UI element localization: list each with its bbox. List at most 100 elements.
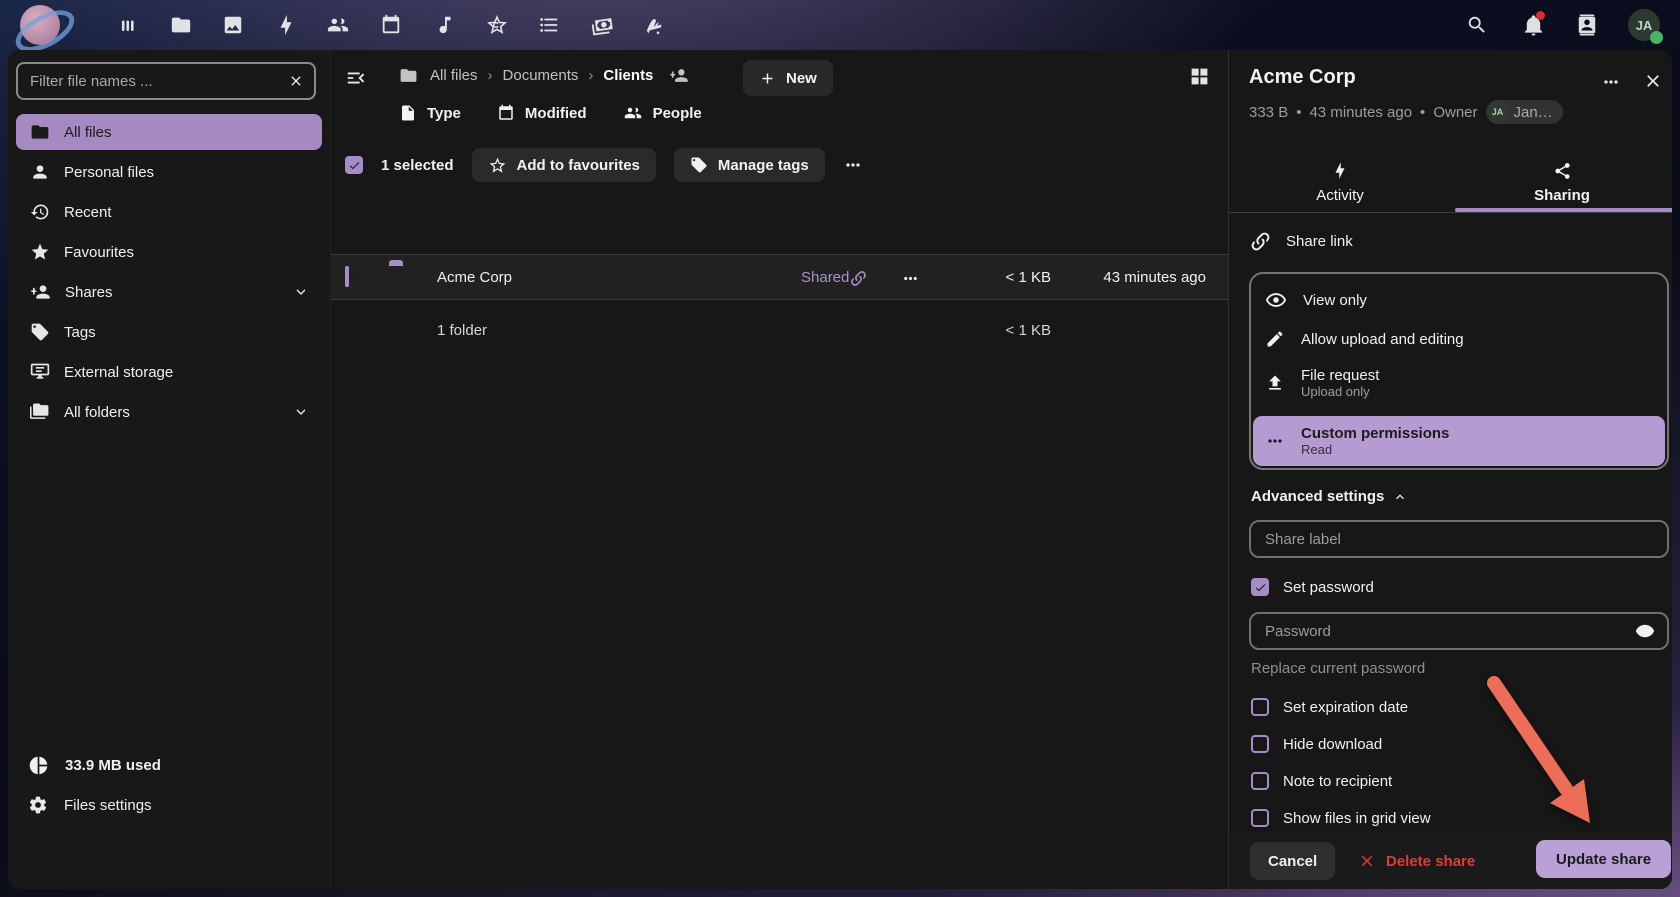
new-button[interactable]: New	[743, 60, 833, 96]
tab-activity[interactable]: Activity	[1229, 150, 1451, 212]
sidebar-item-all-files[interactable]: All files	[16, 114, 322, 150]
file-modified: 43 minutes ago	[1309, 104, 1412, 121]
table-row[interactable]: Acme Corp Shared < 1 KB 43 minutes ago	[331, 254, 1229, 300]
shared-status[interactable]: Shared	[801, 269, 849, 286]
collapse-sidebar-icon[interactable]	[345, 67, 367, 89]
share-breadcrumb-icon[interactable]	[669, 66, 689, 85]
update-share-button[interactable]: Update share	[1536, 840, 1671, 878]
filter-people[interactable]: People	[623, 104, 702, 122]
note-to-recipient-checkbox[interactable]	[1251, 772, 1269, 790]
option-custom-permissions[interactable]: Custom permissions Read	[1253, 416, 1665, 466]
checkbox-label: Note to recipient	[1283, 773, 1392, 790]
option-allow-upload-editing[interactable]: Allow upload and editing	[1251, 320, 1667, 358]
folder-multiple-icon	[30, 402, 50, 422]
sidebar-item-personal-files[interactable]: Personal files	[16, 154, 322, 190]
breadcrumb-all-files[interactable]: All files	[430, 67, 478, 84]
set-password-checkbox[interactable]	[1251, 578, 1269, 596]
chevron-down-icon[interactable]	[292, 403, 310, 421]
close-icon[interactable]	[1643, 71, 1663, 91]
grid-view-checkbox[interactable]	[1251, 809, 1269, 827]
set-expiration-row[interactable]: Set expiration date	[1251, 698, 1408, 716]
sidebar-item-all-folders[interactable]: All folders	[16, 394, 322, 430]
hide-download-checkbox[interactable]	[1251, 735, 1269, 753]
sidebar-item-recent[interactable]: Recent	[16, 194, 322, 230]
owner-label: Owner	[1433, 104, 1477, 121]
owner-chip[interactable]: JA Jan…	[1486, 100, 1563, 124]
selection-toolbar: 1 selected Add to favourites Manage tags	[345, 147, 863, 183]
quota-pie-icon	[28, 755, 49, 776]
contacts-icon[interactable]	[326, 14, 350, 36]
more-actions-icon[interactable]	[843, 155, 863, 175]
quota-indicator[interactable]: 33.9 MB used	[16, 748, 322, 782]
dashboard-icon[interactable]	[118, 16, 138, 36]
account-icon	[30, 162, 50, 182]
password-hint: Replace current password	[1251, 660, 1425, 677]
files-icon[interactable]	[170, 14, 192, 36]
file-name[interactable]: Acme Corp	[437, 269, 512, 286]
tag-icon	[30, 322, 50, 342]
notifications-bell-icon[interactable]	[1522, 13, 1545, 37]
panel-meta: 333 B • 43 minutes ago • Owner JA Jan…	[1249, 100, 1563, 124]
filter-modified[interactable]: Modified	[497, 104, 587, 122]
advanced-settings-toggle[interactable]: Advanced settings	[1251, 488, 1408, 505]
tab-sharing[interactable]: Sharing	[1451, 150, 1672, 212]
add-to-favourites-label: Add to favourites	[517, 157, 640, 174]
tasks-icon[interactable]	[538, 14, 560, 36]
option-file-request[interactable]: File request Upload only	[1251, 358, 1667, 408]
calendar-icon	[497, 104, 515, 122]
activity-icon[interactable]	[275, 13, 297, 37]
contacts-menu-icon[interactable]	[1576, 14, 1598, 36]
sidebar-item-tags[interactable]: Tags	[16, 314, 322, 350]
photos-icon[interactable]	[222, 14, 244, 36]
row-more-actions-icon[interactable]	[901, 269, 920, 288]
password-input[interactable]	[1251, 623, 1623, 640]
update-share-label: Update share	[1556, 851, 1651, 868]
filter-filenames-input[interactable]	[18, 73, 278, 90]
link-icon[interactable]	[849, 269, 868, 288]
option-label: File request	[1301, 367, 1379, 384]
money-icon[interactable]	[590, 14, 614, 36]
filter-type[interactable]: Type	[399, 104, 461, 122]
music-icon[interactable]	[434, 14, 456, 36]
show-password-eye-icon[interactable]	[1623, 621, 1667, 641]
checkbox-label: Show files in grid view	[1283, 810, 1431, 827]
row-checkbox[interactable]	[345, 266, 349, 287]
chevron-down-icon[interactable]	[292, 283, 310, 301]
set-password-row[interactable]: Set password	[1251, 578, 1374, 596]
nextcloud-logo-icon[interactable]	[20, 5, 60, 45]
grid-view-toggle-icon[interactable]	[1189, 66, 1210, 87]
files-settings-button[interactable]: Files settings	[16, 788, 322, 822]
sidebar-item-label: Shares	[65, 284, 113, 301]
online-status-dot	[1650, 31, 1663, 44]
set-expiration-checkbox[interactable]	[1251, 698, 1269, 716]
owner-avatar: JA	[1488, 102, 1508, 122]
breadcrumb-clients[interactable]: Clients	[603, 67, 653, 84]
search-icon[interactable]	[1466, 14, 1488, 36]
tab-label: Sharing	[1534, 187, 1590, 204]
share-label-input[interactable]	[1251, 531, 1667, 548]
sign-icon[interactable]	[643, 13, 667, 37]
hide-download-row[interactable]: Hide download	[1251, 735, 1382, 753]
sidebar-item-external-storage[interactable]: External storage	[16, 354, 322, 390]
option-view-only[interactable]: View only	[1251, 280, 1667, 320]
sidebar-item-favourites[interactable]: Favourites	[16, 234, 322, 270]
delete-share-button[interactable]: Delete share	[1358, 842, 1475, 880]
sidebar-item-shares[interactable]: Shares	[16, 274, 322, 310]
close-red-icon	[1358, 852, 1376, 870]
add-to-favourites-button[interactable]: Add to favourites	[472, 148, 656, 182]
note-to-recipient-row[interactable]: Note to recipient	[1251, 772, 1392, 790]
select-all-checkbox[interactable]	[345, 156, 363, 174]
owner-name: Jan…	[1514, 104, 1553, 121]
manage-tags-button[interactable]: Manage tags	[674, 148, 825, 182]
star-icon	[30, 242, 50, 262]
panel-more-actions-icon[interactable]	[1601, 72, 1621, 92]
sidebar: All files Personal files Recent Favourit…	[8, 50, 330, 889]
selected-count-label: 1 selected	[381, 157, 454, 174]
collectives-icon[interactable]	[485, 13, 509, 37]
clear-filter-icon[interactable]	[278, 73, 314, 89]
breadcrumb-documents[interactable]: Documents	[503, 67, 579, 84]
avatar[interactable]: JA	[1628, 9, 1660, 41]
calendar-icon[interactable]	[380, 14, 402, 36]
cancel-button[interactable]: Cancel	[1250, 842, 1335, 880]
grid-view-row[interactable]: Show files in grid view	[1251, 809, 1431, 827]
